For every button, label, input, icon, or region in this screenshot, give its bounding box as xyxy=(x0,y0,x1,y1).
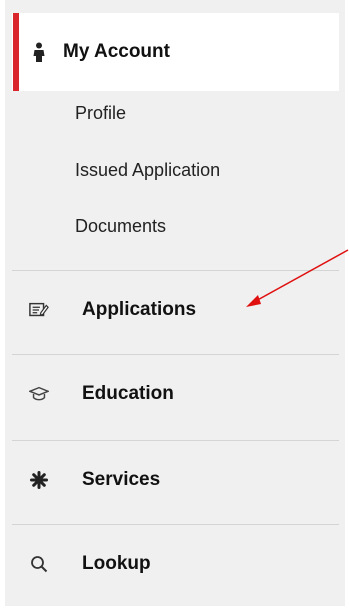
search-icon xyxy=(29,554,49,574)
sidebar-item-label: Lookup xyxy=(82,553,151,574)
annotation-arrow-icon xyxy=(246,249,349,307)
sidebar-subitem-issued-application[interactable]: Issued Application xyxy=(75,160,220,181)
sidebar-item-lookup[interactable]: Lookup xyxy=(12,520,339,608)
sidebar-item-label: Education xyxy=(82,383,174,404)
sidebar-item-education[interactable]: Education xyxy=(12,350,339,438)
sidebar-item-my-account-row[interactable]: My Account xyxy=(12,8,339,96)
person-icon xyxy=(29,42,49,62)
sidebar-item-label: Services xyxy=(82,469,161,490)
sidebar-subitem-documents[interactable]: Documents xyxy=(75,216,166,237)
graduation-cap-icon xyxy=(29,384,49,404)
form-edit-icon xyxy=(29,300,49,320)
asterisk-icon xyxy=(29,470,49,490)
sidebar-subitem-profile[interactable]: Profile xyxy=(75,103,126,124)
sidebar-item-label: Applications xyxy=(82,299,197,320)
sidebar-item-label: My Account xyxy=(63,41,170,62)
sidebar-item-services[interactable]: Services xyxy=(12,436,339,524)
